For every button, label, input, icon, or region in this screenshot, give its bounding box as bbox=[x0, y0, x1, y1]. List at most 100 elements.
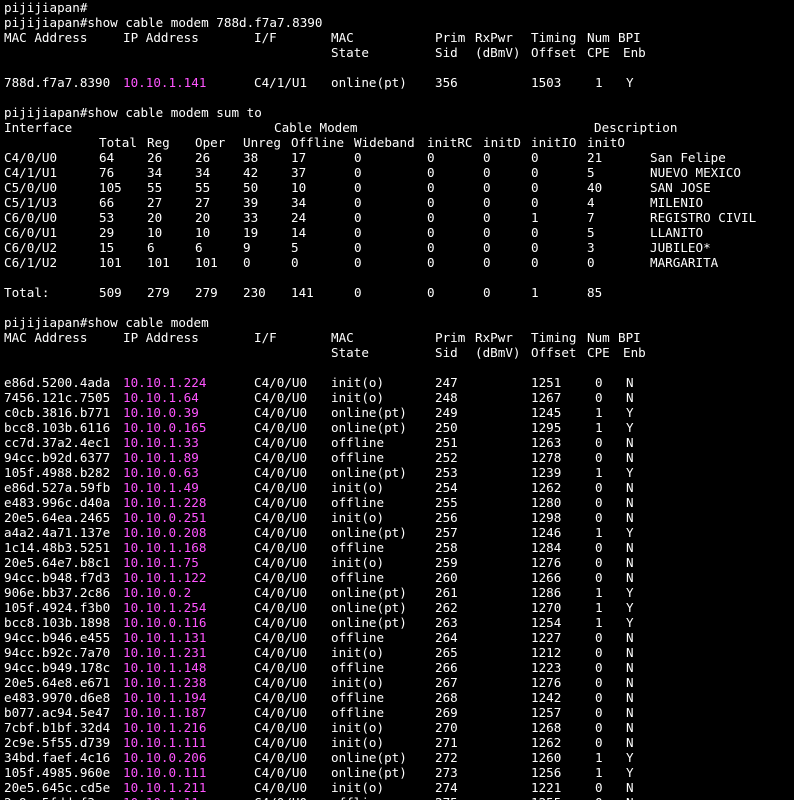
mac-state: init(o) bbox=[331, 675, 385, 690]
num-cpe: 0 bbox=[595, 555, 603, 570]
bpi-enabled: N bbox=[626, 630, 634, 645]
timing-offset: 1270 bbox=[531, 600, 562, 615]
header-rxpwr: RxPwr bbox=[475, 330, 513, 345]
interface: C4/0/U0 bbox=[4, 150, 58, 165]
oper: 55 bbox=[195, 180, 211, 195]
terminal-window[interactable]: pijijiapan# pijijiapan#show cable modem 7… bbox=[0, 0, 794, 800]
init-d: 0 bbox=[483, 210, 491, 225]
num-cpe: 1 bbox=[595, 75, 603, 90]
oper: 26 bbox=[195, 150, 211, 165]
unreg: 50 bbox=[243, 180, 259, 195]
interface: C6/0/U2 bbox=[4, 240, 58, 255]
timing-offset: 1221 bbox=[531, 780, 562, 795]
oper: 27 bbox=[195, 195, 211, 210]
num-cpe: 1 bbox=[595, 585, 603, 600]
num-cpe: 0 bbox=[595, 495, 603, 510]
bpi-enabled: N bbox=[626, 795, 634, 800]
mac-address: e483.9970.d6e8 bbox=[4, 690, 111, 705]
mac-address: cc7d.37a2.4ec1 bbox=[4, 435, 111, 450]
num-cpe: 0 bbox=[595, 660, 603, 675]
total-reg: 279 bbox=[147, 285, 170, 300]
timing-offset: 1503 bbox=[531, 75, 562, 90]
oper: 34 bbox=[195, 165, 211, 180]
mac-address: a4a2.4a71.137e bbox=[4, 525, 111, 540]
mac-state: init(o) bbox=[331, 375, 385, 390]
header-unreg: Unreg bbox=[243, 135, 281, 150]
header-enb: Enb bbox=[623, 345, 646, 360]
mac-state: offline bbox=[331, 690, 385, 705]
mac-address: 34bd.faef.4c16 bbox=[4, 750, 111, 765]
interface: C4/0/U0 bbox=[254, 495, 308, 510]
bpi-enabled: N bbox=[626, 495, 634, 510]
interface: C4/0/U0 bbox=[254, 645, 308, 660]
mac-address: 2c9e.5f55.d739 bbox=[4, 735, 111, 750]
mac-state: online(pt) bbox=[331, 75, 407, 90]
timing-offset: 1262 bbox=[531, 480, 562, 495]
interface: C4/0/U0 bbox=[254, 420, 308, 435]
prim-sid: 247 bbox=[435, 375, 458, 390]
num-cpe: 0 bbox=[595, 375, 603, 390]
prim-sid: 274 bbox=[435, 780, 458, 795]
mac-address: e86d.527a.59fb bbox=[4, 480, 111, 495]
wideband: 0 bbox=[354, 180, 362, 195]
mac-address: e483.996c.d40a bbox=[4, 495, 111, 510]
ip-address: 10.10.1.168 bbox=[123, 540, 207, 555]
ip-address: 10.10.0.111 bbox=[123, 765, 207, 780]
timing-offset: 1251 bbox=[531, 375, 562, 390]
mac-state: offline bbox=[331, 630, 385, 645]
ip-address: 10.10.0.208 bbox=[123, 525, 207, 540]
wideband: 0 bbox=[354, 210, 362, 225]
init-o: 40 bbox=[587, 180, 603, 195]
timing-offset: 1278 bbox=[531, 450, 562, 465]
ip-address: 10.10.0.206 bbox=[123, 750, 207, 765]
total: 64 bbox=[99, 150, 115, 165]
ip-address: 10.10.1.141 bbox=[123, 75, 207, 90]
interface: C4/0/U0 bbox=[254, 480, 308, 495]
header-inito: initO bbox=[587, 135, 625, 150]
interface: C4/0/U0 bbox=[254, 795, 307, 800]
oper: 6 bbox=[195, 240, 203, 255]
prim-sid: 261 bbox=[435, 585, 458, 600]
bpi-enabled: Y bbox=[626, 75, 634, 90]
init-rc: 0 bbox=[427, 165, 435, 180]
num-cpe: 0 bbox=[595, 435, 603, 450]
header-state: State bbox=[331, 45, 369, 60]
reg: 6 bbox=[147, 240, 155, 255]
num-cpe: 0 bbox=[595, 735, 603, 750]
ip-address: 10.10.1.64 bbox=[123, 390, 199, 405]
total-init-rc: 0 bbox=[427, 285, 435, 300]
prim-sid: 271 bbox=[435, 735, 458, 750]
timing-offset: 1245 bbox=[531, 405, 562, 420]
init-d: 0 bbox=[483, 195, 491, 210]
bpi-enabled: N bbox=[626, 690, 634, 705]
header-prim: Prim bbox=[435, 330, 466, 345]
num-cpe: 1 bbox=[595, 405, 603, 420]
ip-address: 10.10.1.33 bbox=[123, 435, 199, 450]
header-timing: Timing bbox=[531, 30, 577, 45]
total: 66 bbox=[99, 195, 115, 210]
description: JUBILEO* bbox=[650, 240, 711, 255]
prim-sid: 249 bbox=[435, 405, 458, 420]
header-description: Description bbox=[594, 120, 678, 135]
unreg: 0 bbox=[243, 255, 251, 270]
header-cable-modem: Cable Modem bbox=[274, 120, 358, 135]
total-label: Total: bbox=[4, 285, 50, 300]
mac-state: online(pt) bbox=[331, 405, 407, 420]
prim-sid: 256 bbox=[435, 510, 458, 525]
mac-address: 7456.121c.7505 bbox=[4, 390, 111, 405]
wideband: 0 bbox=[354, 195, 362, 210]
header-dbmv: (dBmV) bbox=[475, 45, 521, 60]
timing-offset: 1257 bbox=[531, 705, 562, 720]
num-cpe: 0 bbox=[595, 675, 603, 690]
interface: C6/1/U2 bbox=[4, 255, 58, 270]
unreg: 39 bbox=[243, 195, 259, 210]
timing-offset: 1262 bbox=[531, 735, 562, 750]
total-init-o: 85 bbox=[587, 285, 603, 300]
bpi-enabled: N bbox=[626, 540, 634, 555]
header-timing: Timing bbox=[531, 330, 577, 345]
interface: C4/0/U0 bbox=[254, 540, 308, 555]
timing-offset: 1256 bbox=[531, 765, 562, 780]
prim-sid: 258 bbox=[435, 540, 458, 555]
init-io: 0 bbox=[531, 180, 539, 195]
interface: C4/0/U0 bbox=[254, 450, 308, 465]
